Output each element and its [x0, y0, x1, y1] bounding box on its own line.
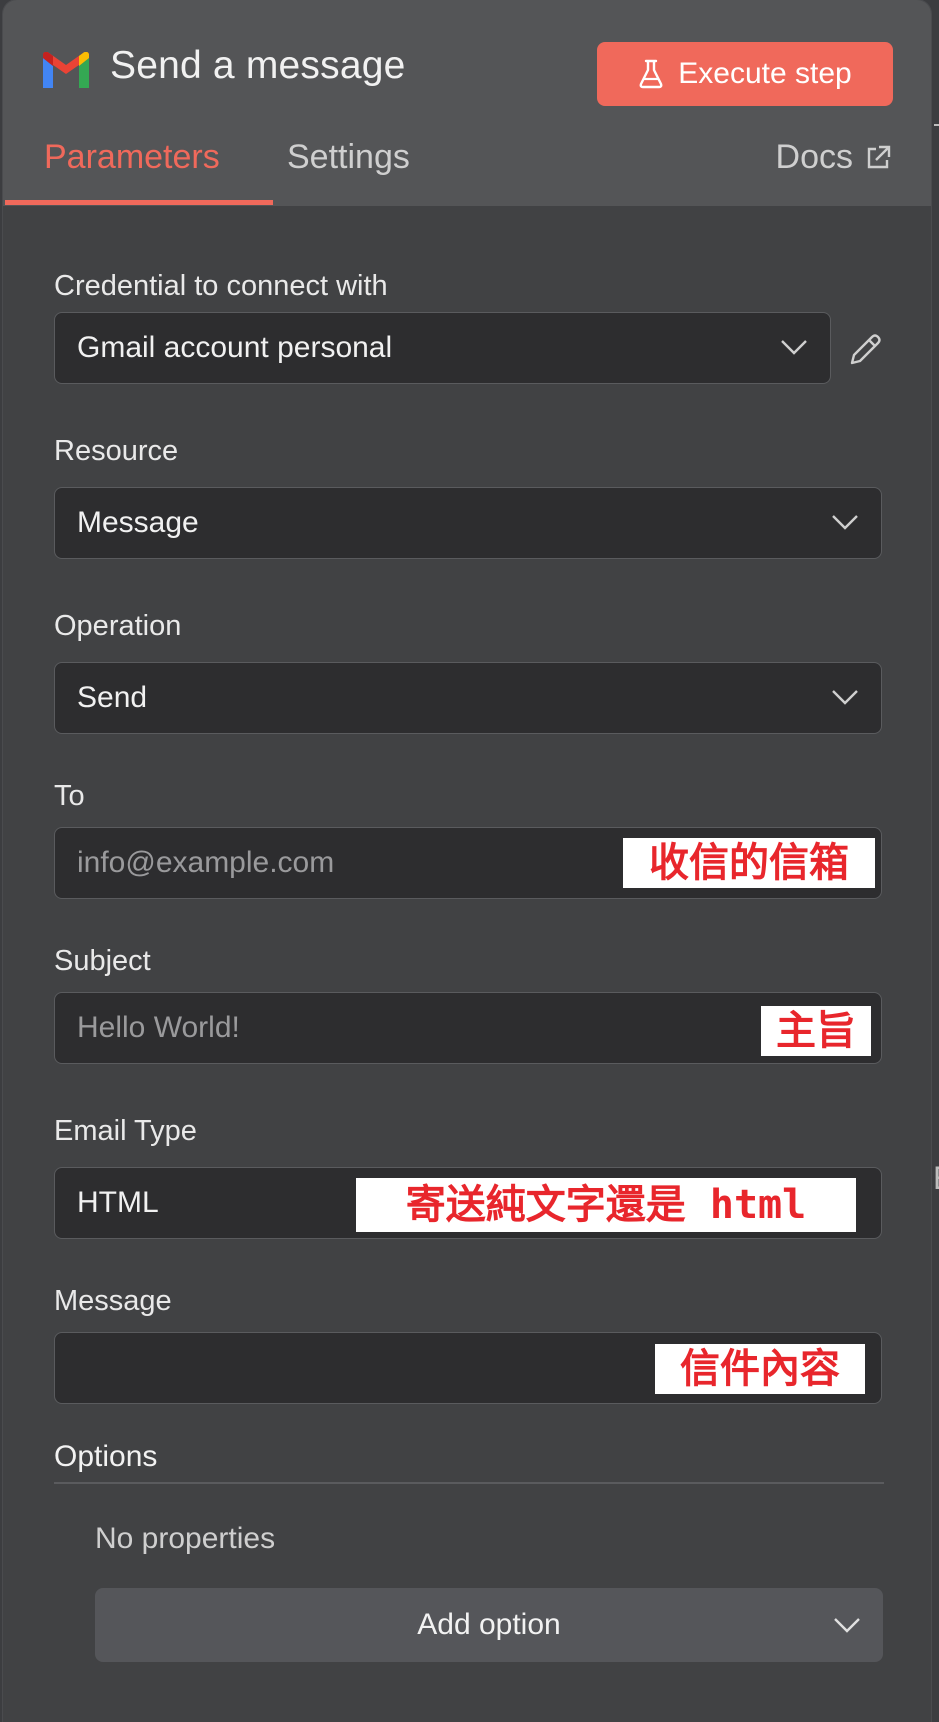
chevron-down-icon	[781, 340, 807, 355]
message-label: Message	[54, 1285, 172, 1317]
panel-header: Send a message Execute step Parameters S…	[3, 0, 931, 206]
add-option-button[interactable]: Add option	[95, 1588, 883, 1662]
subject-input[interactable]: Hello World!	[54, 992, 882, 1064]
resource-select[interactable]: Message	[54, 487, 882, 559]
external-link-icon	[867, 145, 891, 168]
background-edge-tick	[934, 124, 939, 126]
add-option-label: Add option	[417, 1608, 561, 1641]
to-annotation: 收信的信箱	[623, 838, 875, 888]
email-type-label: Email Type	[54, 1115, 197, 1147]
to-placeholder: info@example.com	[77, 846, 335, 879]
message-annotation: 信件內容	[655, 1344, 865, 1394]
execute-step-button[interactable]: Execute step	[597, 42, 893, 106]
operation-value: Send	[77, 681, 148, 714]
gmail-logo-icon	[43, 52, 89, 88]
flask-icon	[639, 59, 663, 89]
node-settings-panel: Send a message Execute step Parameters S…	[3, 0, 931, 1722]
tab-settings[interactable]: Settings	[287, 138, 410, 177]
email-type-annotation: 寄送純文字還是 html	[356, 1178, 856, 1232]
options-title: Options	[54, 1440, 158, 1473]
to-label: To	[54, 780, 85, 812]
credential-value: Gmail account personal	[77, 331, 393, 364]
operation-select[interactable]: Send	[54, 662, 882, 734]
chevron-down-icon	[832, 690, 858, 705]
operation-label: Operation	[54, 610, 182, 642]
docs-link[interactable]: Docs	[776, 138, 891, 177]
email-type-value: HTML	[77, 1186, 159, 1219]
execute-step-label: Execute step	[678, 57, 852, 90]
pencil-icon[interactable]	[847, 332, 883, 368]
credential-label: Credential to connect with	[54, 270, 388, 302]
resource-label: Resource	[54, 435, 179, 467]
tab-parameters[interactable]: Parameters	[44, 138, 220, 177]
credential-select[interactable]: Gmail account personal	[54, 312, 831, 384]
active-tab-indicator	[5, 200, 273, 205]
options-divider	[54, 1482, 884, 1484]
docs-label: Docs	[775, 138, 853, 176]
chevron-down-icon	[832, 515, 858, 530]
subject-placeholder: Hello World!	[77, 1011, 240, 1044]
resource-value: Message	[77, 506, 199, 539]
no-properties-text: No properties	[95, 1522, 276, 1555]
subject-label: Subject	[54, 945, 151, 977]
background-edge-glyph: E	[933, 1160, 939, 1197]
chevron-down-icon	[834, 1618, 860, 1633]
subject-annotation: 主旨	[761, 1006, 871, 1056]
node-title: Send a message	[110, 44, 406, 87]
